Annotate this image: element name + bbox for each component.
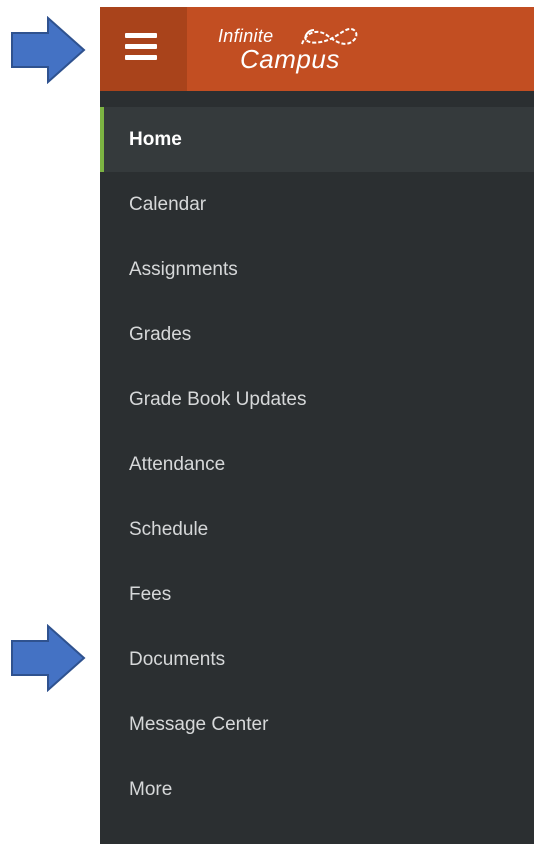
sidebar-item-label: Attendance [129,454,226,475]
hamburger-bar [125,44,157,49]
sidebar-item-home[interactable]: Home [100,107,534,172]
sidebar-item-label: Fees [129,584,172,605]
sidebar-item-fees[interactable]: Fees [100,562,534,627]
sidebar-item-label: Home [129,129,182,150]
sidebar-item-label: More [129,779,173,800]
sidebar-item-more[interactable]: More [100,757,534,822]
infinite-campus-logo[interactable]: Infinite Campus [218,22,368,76]
infinity-swoosh-icon [301,28,358,45]
sidebar-item-label: Grade Book Updates [129,389,307,410]
screenshot-stage: Infinite Campus Home Calendar Assignment… [0,0,534,844]
sidebar-item-label: Grades [129,324,192,345]
sidebar-item-grade-book-updates[interactable]: Grade Book Updates [100,367,534,432]
sidebar-item-label: Schedule [129,519,209,540]
header-divider [100,91,534,107]
sidebar-nav: Home Calendar Assignments Grades Grade B… [100,107,534,822]
sidebar-item-attendance[interactable]: Attendance [100,432,534,497]
sidebar-item-grades[interactable]: Grades [100,302,534,367]
right-arrow-icon [11,624,86,692]
sidebar-item-label: Message Center [129,714,269,735]
app-header: Infinite Campus [100,7,534,91]
hamburger-menu-button[interactable] [100,7,187,91]
sidebar-item-schedule[interactable]: Schedule [100,497,534,562]
sidebar-item-calendar[interactable]: Calendar [100,172,534,237]
sidebar-item-assignments[interactable]: Assignments [100,237,534,302]
sidebar-item-label: Assignments [129,259,238,280]
sidebar-item-label: Calendar [129,194,207,215]
sidebar-item-documents[interactable]: Documents [100,627,534,692]
app-panel: Infinite Campus Home Calendar Assignment… [100,7,534,844]
hamburger-bar [125,55,157,60]
hamburger-menu-icon [125,33,157,38]
sidebar-item-label: Documents [129,649,226,670]
sidebar-item-message-center[interactable]: Message Center [100,692,534,757]
right-arrow-icon [11,16,86,84]
